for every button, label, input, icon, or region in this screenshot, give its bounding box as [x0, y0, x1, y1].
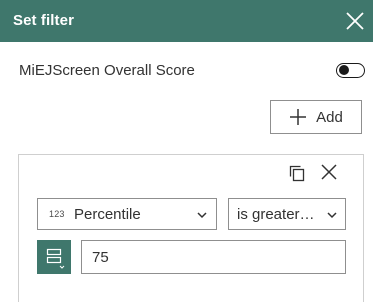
panel-header: Set filter	[0, 0, 373, 42]
close-icon[interactable]	[343, 9, 367, 33]
number-type-badge: 123	[49, 209, 65, 219]
operator-select-value: is greater…	[237, 206, 315, 223]
close-icon	[321, 164, 337, 180]
add-button-label: Add	[316, 108, 343, 126]
operator-select[interactable]: is greater…	[228, 198, 346, 230]
chevron-down-icon	[327, 212, 337, 219]
filter-card: 123 Percentile is greater…	[18, 154, 364, 302]
panel-title: Set filter	[13, 12, 75, 29]
overall-score-toggle[interactable]	[336, 63, 365, 78]
field-select[interactable]: 123 Percentile	[37, 198, 217, 230]
copy-icon-glyph	[289, 165, 305, 182]
chevron-down-icon	[197, 212, 207, 219]
copy-icon[interactable]	[287, 163, 307, 183]
add-button[interactable]: Add	[270, 100, 362, 134]
close-icon-glyph	[346, 12, 364, 30]
remove-filter-icon[interactable]	[319, 162, 339, 182]
plus-icon	[290, 109, 307, 125]
toggle-label: MiEJScreen Overall Score	[19, 62, 195, 79]
value-input-mode-icon	[46, 248, 65, 269]
filter-value-input[interactable]	[81, 240, 346, 274]
toggle-knob	[339, 65, 349, 75]
field-select-value: Percentile	[74, 206, 141, 223]
value-mode-button[interactable]	[37, 240, 71, 274]
